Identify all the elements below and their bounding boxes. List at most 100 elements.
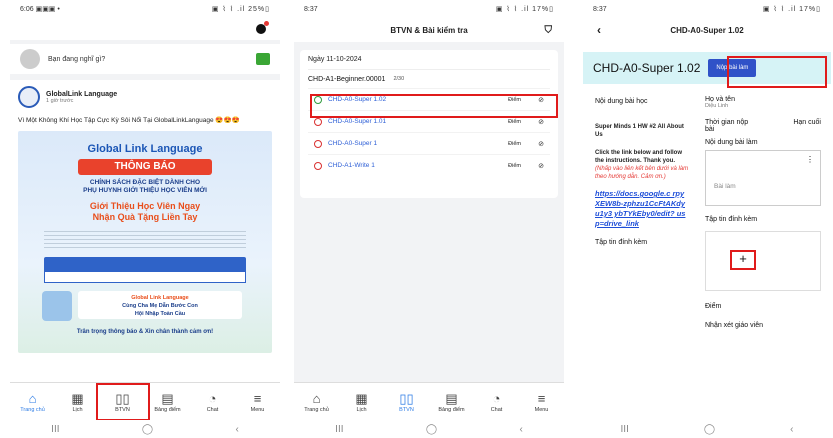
tab-label: BTVN (399, 406, 414, 413)
tab-btvn[interactable]: ▯▯ BTVN (385, 391, 429, 413)
calendar-icon: ▦ (355, 390, 368, 406)
filter-icon[interactable]: ⛉ (545, 25, 553, 36)
post-text: Vì Một Không Khí Học Tập Cực Kỳ Sôi Nổi … (18, 117, 240, 124)
home-icon: ⌂ (28, 390, 37, 406)
recent-apps-icon[interactable]: III (621, 424, 629, 435)
system-nav-bar: III ◯ ‹ (10, 420, 280, 438)
more-options-icon[interactable]: ⋮ (806, 155, 814, 164)
calendar-icon: ▦ (71, 390, 84, 406)
post-time: 1 giờ trước (46, 97, 74, 104)
lesson-link[interactable]: https://docs.google.c rpyXEW8b-zphzu1CcF… (595, 189, 689, 229)
homework-title: CHD-A0-Super 1.02 (593, 61, 701, 75)
poster-body-text (44, 231, 246, 251)
book-icon: ▯▯ (399, 390, 414, 406)
back-button-icon[interactable]: ‹ (790, 424, 793, 435)
chat-icon: ◔ (208, 390, 217, 406)
pending-status-icon (314, 161, 322, 170)
poster-band-line-1: Global Link Language (131, 295, 189, 301)
tab-label: Trang chủ (304, 406, 329, 413)
tab-menu[interactable]: ≡ Menu (520, 391, 564, 413)
lesson-title: Super Minds 1 HW #2 All About Us (595, 124, 684, 138)
home-button-icon[interactable]: ◯ (142, 424, 153, 435)
scoreboard-icon: ▤ (161, 390, 174, 406)
notification-bell-icon[interactable] (256, 21, 269, 34)
tab-label: Chat (206, 406, 219, 413)
image-icon[interactable] (256, 53, 270, 65)
status-time: 8:37 (304, 5, 318, 13)
bottom-tab-bar: ⌂ Trang chủ ▦ Lịch ▯▯ BTVN ▤ Bảng điểm ◔ Chat… (294, 382, 564, 420)
submit-time-label: Thời gian nộp bài (705, 119, 749, 133)
poster-slogan-line-1: Giới Thiệu Học Viên Ngay (89, 201, 201, 211)
tab-menu[interactable]: ≡ Menu (236, 391, 280, 413)
back-button-icon[interactable]: ‹ (519, 424, 522, 435)
homework-item[interactable]: CHD-A1-Write 1 Điểm ⊘ (308, 154, 550, 176)
tab-scoreboard[interactable]: ▤ Bảng điểm (430, 391, 474, 413)
post-image[interactable]: Global Link Language THÔNG BÁO CHÍNH SÁC… (18, 131, 272, 353)
status-system-icons: ▣ ⌇ ⌇ .il 17%▯ (762, 6, 821, 13)
status-bar: 8:37 ▣ ⌇ ⌇ .il 17%▯ (294, 0, 564, 18)
home-button-icon[interactable]: ◯ (704, 424, 715, 435)
work-content-input[interactable]: ⋮ Bài làm (705, 150, 821, 206)
header-title: CHD-A0-Super 1.02 (670, 25, 744, 35)
status-system-icons: ▣ ⌇ ⌇ .il 25%▯ (211, 6, 270, 13)
add-attachment-plus-icon[interactable]: + (730, 250, 756, 270)
recent-apps-icon[interactable]: III (335, 424, 343, 435)
tab-home[interactable]: ⌂ Trang chủ (11, 391, 55, 413)
homework-name: CHD-A0-Super 1 (328, 140, 378, 147)
hidden-eye-icon[interactable]: ⊘ (538, 162, 544, 170)
lesson-content-label: Nội dung bài học (595, 98, 648, 105)
highlight-selected-homework (310, 94, 558, 118)
work-content-placeholder: Bài làm (714, 183, 736, 190)
create-post-box[interactable]: Bạn đang nghĩ gì? (10, 44, 280, 74)
status-time: 8:37 (593, 5, 607, 13)
hidden-eye-icon[interactable]: ⊘ (538, 140, 544, 148)
post-placeholder[interactable]: Bạn đang nghĩ gì? (48, 56, 248, 63)
tab-calendar[interactable]: ▦ Lịch (340, 391, 384, 413)
tab-home[interactable]: ⌂ Trang chủ (295, 391, 339, 413)
chat-icon: ◔ (492, 390, 501, 406)
homework-card: Ngày 11-10-2024 CHD-A1-Beginner.00001 2/… (300, 50, 558, 198)
phone-homework-list: 8:37 ▣ ⌇ ⌇ .il 17%▯ BTVN & Bài kiểm tra … (294, 0, 564, 438)
poster-child-image (42, 291, 72, 321)
attachment-upload-label: Tập tin đính kèm (705, 216, 758, 223)
header: ‹ CHD-A0-Super 1.02 (583, 18, 831, 42)
poster-table-body (44, 271, 246, 283)
poster-slogan: Giới Thiệu Học Viên Ngay Nhận Quà Tặng L… (18, 201, 272, 223)
tab-label: Bảng điểm (154, 406, 181, 413)
recent-apps-icon[interactable]: III (51, 424, 59, 435)
tab-scoreboard[interactable]: ▤ Bảng điểm (146, 391, 190, 413)
globallink-logo-icon (18, 86, 40, 108)
tab-label: Menu (250, 406, 265, 413)
score-label: Điểm (705, 303, 722, 310)
tab-calendar[interactable]: ▦ Lịch (56, 391, 100, 413)
lesson-instructions-vi: (Nhấp vào liên kết bên dưới và làm theo … (595, 166, 689, 180)
tab-chat[interactable]: ◔ Chat (475, 391, 519, 413)
tab-label: Bảng điểm (438, 406, 465, 413)
homework-item[interactable]: CHD-A0-Super 1 Điểm ⊘ (308, 132, 550, 154)
student-name: Diệu Linh (705, 103, 729, 109)
hidden-eye-icon[interactable]: ⊘ (538, 118, 544, 126)
poster-band-line-3: Hội Nhập Toàn Cầu (134, 311, 186, 317)
status-time: 6:06 (20, 6, 34, 13)
submission-column: Họ và tên Diệu Linh Thời gian nộp bài Hạ… (697, 90, 827, 329)
home-button-icon[interactable]: ◯ (426, 424, 437, 435)
poster-brand: Global Link Language (87, 143, 203, 155)
poster-policy-line-1: CHÍNH SÁCH ĐẶC BIỆT DÀNH CHO (89, 179, 201, 186)
back-arrow-icon[interactable]: ‹ (597, 23, 601, 37)
page-title: BTVN & Bài kiểm tra (390, 25, 468, 35)
highlight-btvn-tab (96, 383, 150, 421)
back-button-icon[interactable]: ‹ (235, 424, 238, 435)
poster-slogan-line-2: Nhận Quà Tặng Liền Tay (92, 212, 198, 222)
homework-score-label: Điểm (508, 118, 521, 125)
status-bar: 6:06 ▣▣▣ • ▣ ⌇ ⌇ .il 25%▯ (10, 0, 280, 18)
homework-score-label: Điểm (508, 140, 521, 147)
attachment-upload-area: + (705, 231, 821, 291)
name-label: Họ và tên (705, 96, 735, 103)
tab-label: Chat (490, 406, 503, 413)
deadline-label: Hạn cuối (793, 119, 821, 126)
homework-name: CHD-A0-Super 1.01 (328, 118, 387, 125)
homework-date: Ngày 11-10-2024 (308, 56, 550, 70)
tab-label: Trang chủ (20, 406, 45, 413)
post-author: GlobalLink Language (46, 90, 118, 98)
tab-chat[interactable]: ◔ Chat (191, 391, 235, 413)
